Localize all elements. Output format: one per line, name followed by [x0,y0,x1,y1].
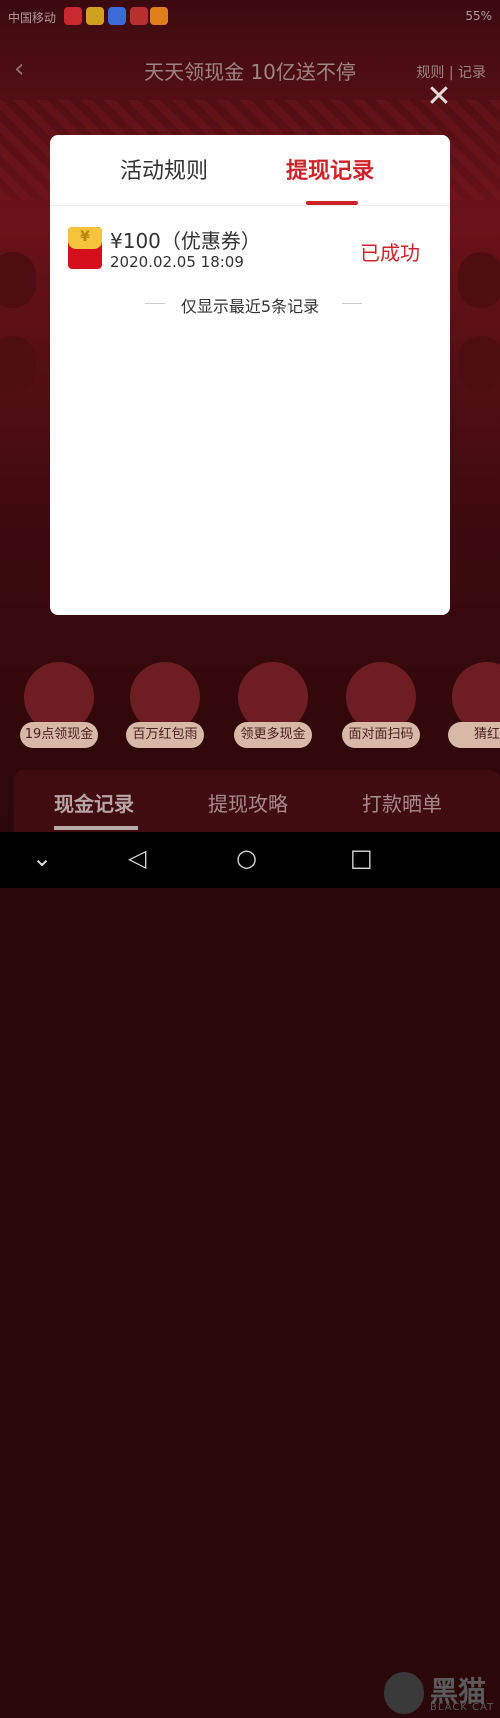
record-time: 2020.02.05 18:09 [110,253,244,271]
records-modal: 活动规则 提现记录 ¥ ¥100（优惠券） 2020.02.05 18:09 已… [50,135,450,615]
app-notification-icon [86,7,104,25]
red-envelope-icon: ¥ [68,227,102,269]
tab-withdraw-guide[interactable]: 提现攻略 [208,788,288,817]
watermark-subtext: BLACK CAT [430,1702,495,1713]
feature-face-to-face-scan[interactable]: 面对面扫码 [342,662,420,748]
active-tab-indicator [306,201,358,205]
app-notification-icon [150,7,168,25]
tab-cash-records[interactable]: 现金记录 [54,788,134,817]
record-row: ¥ ¥100（优惠券） 2020.02.05 18:09 已成功 [50,219,450,275]
app-notification-icon [64,7,82,25]
feature-red-envelope-rain[interactable]: 百万红包雨 [126,662,204,748]
tab-payment-showcase[interactable]: 打款晒单 [362,788,442,817]
system-navbar: ⌄ ◁ ○ □ 黑猫 BLACK CAT [0,832,500,1714]
active-tab-indicator [54,826,138,830]
feature-more-cash[interactable]: 领更多现金 [234,662,312,748]
tab-records[interactable]: 提现记录 [286,153,374,185]
cat-logo-icon [384,1672,424,1714]
carrier-text: 中国移动 [8,11,57,25]
modal-tabs: 活动规则 提现记录 [50,135,450,206]
feature-19-cash[interactable]: 19点领现金 [20,662,98,748]
app-notification-icon [108,7,126,25]
status-bar: 中国移动 55% [0,0,500,34]
feature-guess-red[interactable]: 猜红 [448,662,500,748]
lantern-decoration [0,336,36,392]
recent-apps-icon[interactable]: □ [350,844,373,872]
lantern-decoration [458,252,500,308]
lantern-decoration [0,252,36,308]
app-notification-icon [130,7,148,25]
records-note-text: 仅显示最近5条记录 [180,297,320,316]
close-icon[interactable]: ✕ [424,82,454,112]
record-amount: ¥100（优惠券） [110,229,261,253]
record-status: 已成功 [360,241,420,265]
tab-rules[interactable]: 活动规则 [120,153,208,185]
battery-text: 55% [465,9,492,23]
collapse-icon[interactable]: ⌄ [32,844,52,872]
bottom-tabs: 现金记录 提现攻略 打款晒单 [14,770,500,832]
lantern-decoration [458,336,500,392]
watermark-logo: 黑猫 BLACK CAT [378,1668,498,1718]
records-note: 仅显示最近5条记录 [50,291,450,316]
home-icon[interactable]: ○ [236,844,257,872]
back-nav-icon[interactable]: ◁ [128,844,146,872]
